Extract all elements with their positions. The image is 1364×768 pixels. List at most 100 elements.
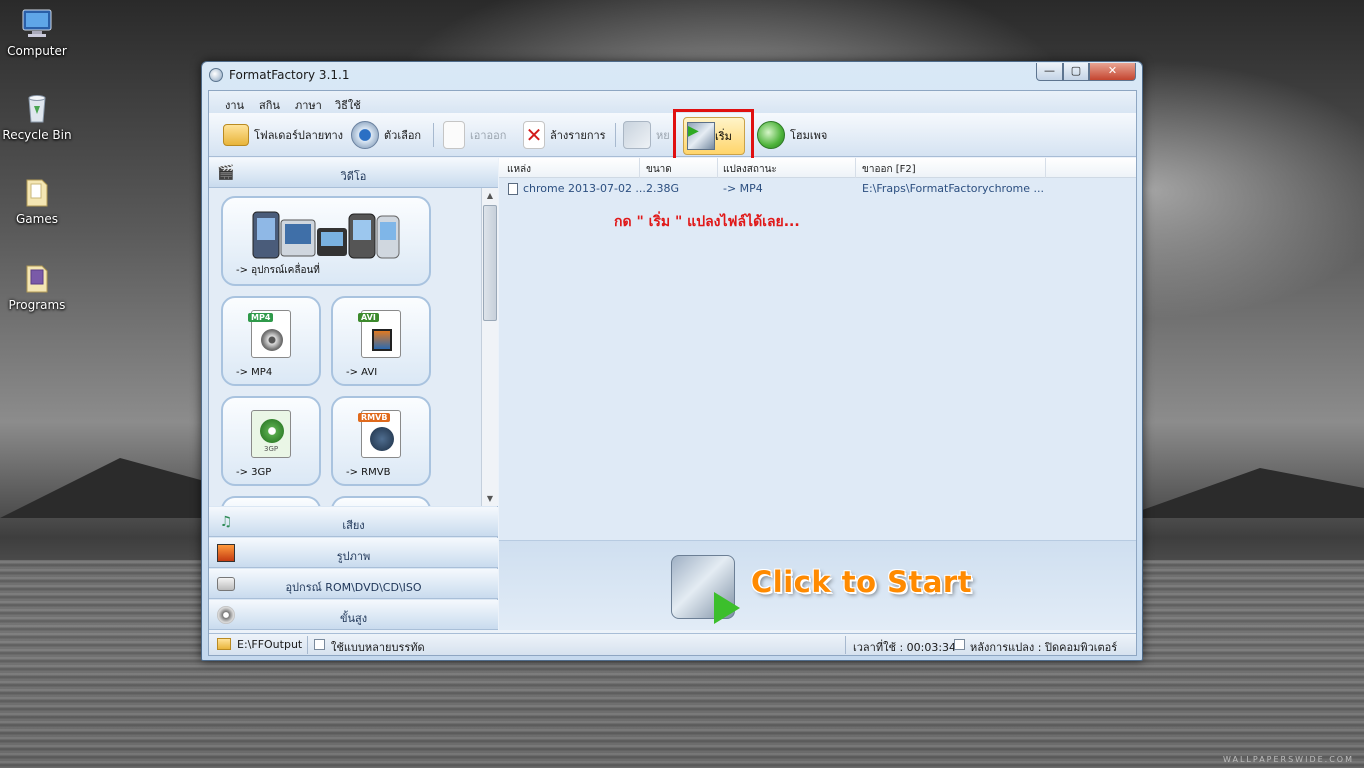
output-folder-button[interactable]: โฟลเดอร์ปลายทาง xyxy=(223,119,343,151)
after-convert-label: หลังการแปลง : ปิดคอมพิวเตอร์ xyxy=(970,641,1118,654)
video-scrollbar[interactable]: ▲ ▼ xyxy=(481,188,498,506)
row-size: 2.38G xyxy=(646,182,680,195)
homepage-button[interactable]: โฮมเพจ xyxy=(757,119,827,151)
menu-language[interactable]: ภาษา xyxy=(295,96,322,114)
format-tile-partial[interactable] xyxy=(221,496,321,506)
category-audio-label: เสียง xyxy=(342,519,365,532)
folder-icon xyxy=(26,179,48,207)
category-advanced[interactable]: ขั้นสูง xyxy=(209,600,498,630)
scroll-thumb[interactable] xyxy=(483,205,497,321)
after-convert-checkbox[interactable] xyxy=(954,639,965,650)
computer-icon xyxy=(22,9,52,37)
multithread-label: ใช้แบบหลายบรรทัด xyxy=(331,641,425,654)
clear-list-icon: ✕ xyxy=(523,121,545,149)
format-tile-label: -> MP4 xyxy=(236,367,273,378)
3gp-badge: 3GP xyxy=(264,445,279,453)
instruction-annotation: กด " เริ่ม " แปลงไฟล์ได้เลย... xyxy=(614,214,800,230)
start-convert-icon: ▶ xyxy=(687,122,715,150)
play-arrow-icon xyxy=(714,592,740,624)
film-reel-icon xyxy=(260,419,284,443)
maximize-button[interactable]: ▢ xyxy=(1063,63,1089,81)
toolbar-separator xyxy=(615,123,616,147)
column-output[interactable]: ขาออก [F2] xyxy=(862,162,916,177)
title-bar[interactable]: FormatFactory 3.1.1 — ▢ ✕ xyxy=(202,62,1142,88)
mountain xyxy=(1120,468,1364,518)
click-to-start-label: Click to Start xyxy=(751,565,973,599)
column-size[interactable]: ขนาด xyxy=(646,162,672,177)
mp4-file-icon: MP4 xyxy=(248,310,291,358)
video-file-icon xyxy=(508,183,518,195)
avi-badge: AVI xyxy=(358,313,379,322)
row-status: -> MP4 xyxy=(723,182,763,195)
multithread-checkbox[interactable] xyxy=(314,639,325,650)
rmvb-file-icon: RMVB xyxy=(358,410,401,458)
menu-task[interactable]: งาน xyxy=(225,96,244,114)
click-to-start-area[interactable]: Click to Start xyxy=(499,540,1136,630)
3gp-file-icon: 3GP xyxy=(251,410,291,458)
column-source[interactable]: แหล่ง xyxy=(507,162,531,177)
close-button[interactable]: ✕ xyxy=(1089,63,1136,81)
format-tile-mobile-device[interactable]: -> อุปกรณ์เคลื่อนที่ xyxy=(221,196,431,286)
desktop-icon-recycle-bin[interactable]: Recycle Bin xyxy=(0,92,74,142)
options-button[interactable]: ตัวเลือก xyxy=(351,119,421,151)
format-tile-mp4[interactable]: MP4 -> MP4 xyxy=(221,296,321,386)
stop-icon xyxy=(623,121,651,149)
menu-help[interactable]: วิธีใช้ xyxy=(335,96,361,114)
gear-icon xyxy=(351,121,379,149)
format-tile-3gp[interactable]: 3GP -> 3GP xyxy=(221,396,321,486)
remove-button[interactable]: เอาออก xyxy=(443,119,506,151)
folder-icon xyxy=(223,124,249,146)
desktop-icon-programs[interactable]: Programs xyxy=(0,262,74,312)
folder-icon[interactable] xyxy=(217,638,231,650)
menu-skin[interactable]: สกิน xyxy=(259,96,280,114)
globe-icon xyxy=(757,121,785,149)
category-rom-dvd-cd-iso[interactable]: อุปกรณ์ ROM\DVD\CD\ISO xyxy=(209,569,498,599)
format-tile-label: -> AVI xyxy=(346,367,378,378)
start-button[interactable]: ▶ เริ่ม xyxy=(683,117,745,155)
desktop-icon-label: Programs xyxy=(8,298,66,312)
task-list-header: แหล่ง ขนาด แปลงสถานะ ขาออก [F2] xyxy=(499,158,1136,178)
elapsed-time: เวลาที่ใช้ : 00:03:34 xyxy=(853,641,957,654)
desktop-icon-label: Computer xyxy=(7,44,67,58)
desktop-icon-computer[interactable]: Computer xyxy=(0,8,74,58)
category-rom-label: อุปกรณ์ ROM\DVD\CD\ISO xyxy=(285,581,422,594)
window-client-area: งาน สกิน ภาษา วิธีใช้ โฟลเดอร์ปลายทาง ตั… xyxy=(208,90,1137,656)
minimize-button[interactable]: — xyxy=(1036,63,1063,81)
window-title: FormatFactory 3.1.1 xyxy=(229,68,350,82)
clear-list-label: ล้างรายการ xyxy=(550,129,606,142)
formatfactory-app-icon xyxy=(209,68,223,82)
real-media-icon xyxy=(370,427,394,451)
column-status[interactable]: แปลงสถานะ xyxy=(723,162,777,177)
output-path[interactable]: E:\FFOutput xyxy=(237,638,302,651)
desktop-icon-games[interactable]: Games xyxy=(0,176,74,226)
format-tile-partial[interactable] xyxy=(331,496,431,506)
rmvb-badge: RMVB xyxy=(358,413,391,422)
avi-file-icon: AVI xyxy=(358,310,401,358)
column-divider xyxy=(1045,158,1046,178)
category-video-label: วิดีโอ xyxy=(340,170,367,183)
film-reel-icon xyxy=(261,329,283,351)
homepage-label: โฮมเพจ xyxy=(790,129,828,142)
toolbar-separator xyxy=(433,123,434,147)
column-divider xyxy=(855,158,856,178)
scroll-down-icon[interactable]: ▼ xyxy=(482,491,498,506)
status-divider xyxy=(845,636,846,654)
status-divider xyxy=(307,636,308,654)
format-tile-avi[interactable]: AVI -> AVI xyxy=(331,296,431,386)
category-picture[interactable]: รูปภาพ xyxy=(209,538,498,568)
film-strip-icon xyxy=(372,329,392,351)
format-tile-rmvb[interactable]: RMVB -> RMVB xyxy=(331,396,431,486)
video-formats-area: -> อุปกรณ์เคลื่อนที่ MP4 -> MP4 AVI -> A… xyxy=(209,188,498,506)
remove-label: เอาออก xyxy=(470,129,507,142)
table-row[interactable]: chrome 2013-07-02 ... 2.38G -> MP4 E:\Fr… xyxy=(499,180,1136,198)
category-audio[interactable]: ♫ เสียง xyxy=(209,507,498,537)
format-tile-label: -> RMVB xyxy=(346,467,391,478)
desktop-icon-label: Games xyxy=(16,212,58,226)
category-video[interactable]: 🎬 วิดีโอ xyxy=(209,158,498,188)
stop-label: หย xyxy=(656,129,670,142)
clear-list-button[interactable]: ✕ ล้างรายการ xyxy=(523,119,606,151)
stop-button[interactable]: หย xyxy=(623,119,670,151)
row-output: E:\Fraps\FormatFactorychrome ... xyxy=(862,182,1045,195)
category-advanced-label: ขั้นสูง xyxy=(339,612,368,625)
scroll-up-icon[interactable]: ▲ xyxy=(482,188,498,203)
